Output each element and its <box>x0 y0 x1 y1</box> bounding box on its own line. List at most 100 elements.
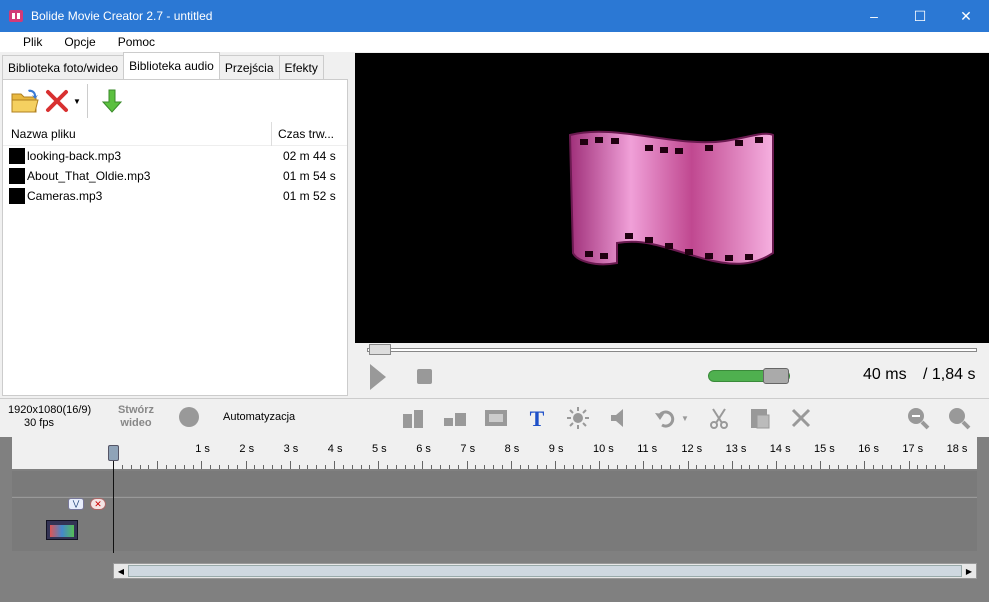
column-header-name[interactable]: Nazwa pliku <box>3 127 271 141</box>
scroll-right-icon[interactable]: ▶ <box>962 564 976 578</box>
playback-controls: 40 ms / 1,84 s <box>355 357 989 397</box>
ruler-tick <box>935 465 937 469</box>
remove-track-icon[interactable]: ✕ <box>90 498 106 510</box>
undo-icon[interactable] <box>652 405 678 431</box>
ruler-label: 12 s <box>681 443 703 455</box>
file-name: Cameras.mp3 <box>27 189 103 203</box>
volume-handle[interactable] <box>763 368 789 384</box>
video-preview[interactable] <box>355 53 989 343</box>
ruler-tick <box>758 465 760 469</box>
menu-file[interactable]: Plik <box>12 35 53 49</box>
close-button[interactable]: ✕ <box>943 0 989 32</box>
volume-icon[interactable] <box>606 405 632 431</box>
open-folder-icon[interactable] <box>9 85 41 117</box>
stop-button[interactable] <box>417 369 432 384</box>
ruler-tick <box>440 465 442 469</box>
ruler-tick <box>563 465 565 469</box>
ruler-tick <box>908 461 910 469</box>
download-arrow-icon[interactable] <box>96 85 128 117</box>
playhead[interactable] <box>113 447 114 553</box>
zoom-out-icon[interactable] <box>905 405 931 431</box>
timeline-track[interactable] <box>12 471 977 496</box>
ruler-tick <box>731 461 733 469</box>
join-clips-icon[interactable] <box>442 405 468 431</box>
menu-help[interactable]: Pomoc <box>107 35 166 49</box>
ruler-tick <box>192 465 194 469</box>
ruler-tick <box>890 465 892 469</box>
ruler-tick <box>555 461 556 469</box>
ruler-tick <box>219 465 221 469</box>
zoom-in-icon[interactable] <box>946 405 972 431</box>
ruler-tick <box>431 465 433 469</box>
timeline-track[interactable]: ⋁ ✕ <box>12 497 977 551</box>
ruler-tick <box>307 465 309 469</box>
timeline[interactable]: 1 s 2 s 3 s 4 s 5 s 6 s 7 s 8 s 9 s 10 s 11 s 12 s 1… <box>0 437 989 602</box>
cut-icon[interactable] <box>706 405 732 431</box>
paste-icon[interactable] <box>747 405 773 431</box>
tab-effects[interactable]: Efekty <box>278 55 324 79</box>
ruler-tick <box>776 461 777 469</box>
automation-button[interactable]: Automatyzacja <box>223 411 295 423</box>
ruler-tick <box>466 461 468 469</box>
tab-audio-library[interactable]: Biblioteka audio <box>123 52 220 79</box>
playhead-handle[interactable] <box>108 445 119 461</box>
delete-icon[interactable] <box>41 85 73 117</box>
resolution-label: 1920x1080(16/9) <box>8 404 92 416</box>
ruler-tick <box>298 465 300 469</box>
time-ruler[interactable]: 1 s 2 s 3 s 4 s 5 s 6 s 7 s 8 s 9 s 10 s 11 s 12 s 1… <box>12 437 977 469</box>
menu-options[interactable]: Opcje <box>53 35 106 49</box>
ruler-tick <box>183 465 185 469</box>
list-item[interactable]: Cameras.mp3 01 m 52 s <box>3 186 347 206</box>
current-time: 40 ms <box>863 366 907 383</box>
list-item[interactable]: looking-back.mp3 02 m 44 s <box>3 146 347 166</box>
seek-bar[interactable] <box>355 343 989 357</box>
ruler-tick <box>236 465 238 469</box>
ruler-tick <box>669 465 671 469</box>
ruler-tick <box>829 465 831 469</box>
file-name: looking-back.mp3 <box>27 149 122 163</box>
ruler-tick <box>174 465 176 469</box>
ruler-label: 6 s <box>416 443 431 455</box>
tab-photo-video-library[interactable]: Biblioteka foto/wideo <box>2 55 125 79</box>
ruler-tick <box>369 465 371 469</box>
tab-transitions[interactable]: Przejścia <box>218 55 280 79</box>
toolbar-divider <box>87 84 88 118</box>
ruler-tick <box>351 465 353 469</box>
split-clip-icon[interactable] <box>400 405 426 431</box>
delete-clip-icon[interactable] <box>788 405 814 431</box>
brightness-icon[interactable] <box>565 405 591 431</box>
seek-handle[interactable] <box>369 344 391 355</box>
text-icon[interactable]: T <box>524 405 550 431</box>
project-settings[interactable]: 1920x1080(16/9) 30 fps <box>8 404 92 430</box>
ruler-tick <box>360 465 362 469</box>
ruler-tick <box>387 465 389 469</box>
collapse-track-icon[interactable]: ⋁ <box>68 498 84 510</box>
undo-menu-chevron-icon[interactable]: ▼ <box>678 405 692 431</box>
ruler-tick <box>643 461 645 469</box>
ruler-tick <box>475 465 477 469</box>
ruler-tick <box>590 465 592 469</box>
ruler-tick <box>661 465 663 469</box>
ruler-label: 11 s <box>637 443 658 455</box>
ruler-tick <box>846 465 848 469</box>
seek-track[interactable] <box>367 348 977 352</box>
create-video-button[interactable]: Stwórz wideo <box>110 404 162 430</box>
scroll-left-icon[interactable]: ◀ <box>114 564 128 578</box>
record-icon[interactable] <box>179 407 199 427</box>
minimize-button[interactable]: – <box>851 0 897 32</box>
ruler-tick <box>378 461 380 469</box>
ruler-label: 7 s <box>460 443 476 455</box>
ruler-tick <box>201 461 203 469</box>
crop-icon[interactable] <box>483 405 509 431</box>
ruler-tick <box>493 465 495 469</box>
list-item[interactable]: About_That_Oldie.mp3 01 m 54 s <box>3 166 347 186</box>
maximize-button[interactable]: ☐ <box>897 0 943 32</box>
ruler-tick <box>121 465 123 469</box>
column-header-duration[interactable]: Czas trw... <box>271 121 334 146</box>
timeline-scrollbar[interactable]: ◀ ▶ <box>113 563 977 579</box>
play-button[interactable] <box>370 364 386 390</box>
ruler-label: 10 s <box>593 443 614 455</box>
menu-bar: Plik Opcje Pomoc <box>0 32 989 52</box>
scrollbar-thumb[interactable] <box>128 565 962 577</box>
chevron-down-icon[interactable]: ▼ <box>73 97 83 106</box>
